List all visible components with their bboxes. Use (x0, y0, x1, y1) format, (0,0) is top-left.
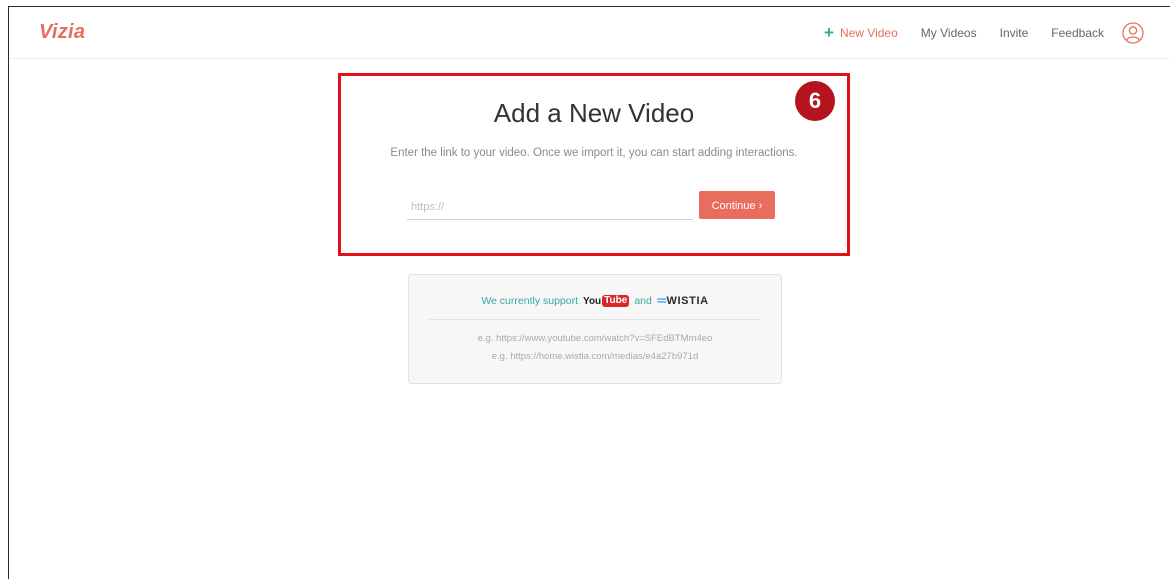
example-youtube-url: e.g. https://www.youtube.com/watch?v=SFE… (477, 333, 713, 344)
page-subtitle: Enter the link to your video. Once we im… (390, 147, 798, 159)
wistia-mark-icon: == (656, 295, 667, 307)
plus-icon: + (824, 23, 834, 42)
wistia-logo-text: WISTIA (666, 295, 709, 307)
nav-new-video[interactable]: + New Video (824, 23, 898, 42)
support-and: and (634, 295, 652, 307)
wistia-logo: == WISTIA (657, 295, 709, 307)
supported-platforms-panel: We currently support You Tube and == WIS… (408, 274, 782, 384)
youtube-logo-tube: Tube (602, 295, 630, 307)
vizia-logo[interactable]: Vizia (39, 21, 85, 44)
user-avatar-icon[interactable] (1122, 22, 1144, 44)
nav-invite[interactable]: Invite (1000, 26, 1029, 40)
video-url-input[interactable] (407, 194, 693, 220)
top-navbar: Vizia + New Video My Videos Invite Feedb… (9, 7, 1170, 59)
support-divider (429, 319, 761, 320)
nav-links: + New Video My Videos Invite Feedback (824, 19, 1144, 47)
youtube-logo: You Tube (583, 295, 630, 307)
continue-button[interactable]: Continue › (699, 191, 775, 219)
page-title: Add a New Video (493, 98, 695, 128)
example-wistia-url: e.g. https://home.wistia.com/medias/e4a2… (491, 351, 699, 362)
nav-my-videos[interactable]: My Videos (921, 26, 977, 40)
nav-feedback[interactable]: Feedback (1051, 26, 1104, 40)
support-line: We currently support You Tube and == WIS… (409, 295, 781, 307)
youtube-logo-you: You (583, 295, 602, 307)
nav-new-video-label: New Video (839, 26, 898, 40)
support-prefix: We currently support (481, 295, 579, 307)
app-window: Vizia + New Video My Videos Invite Feedb… (8, 6, 1170, 579)
